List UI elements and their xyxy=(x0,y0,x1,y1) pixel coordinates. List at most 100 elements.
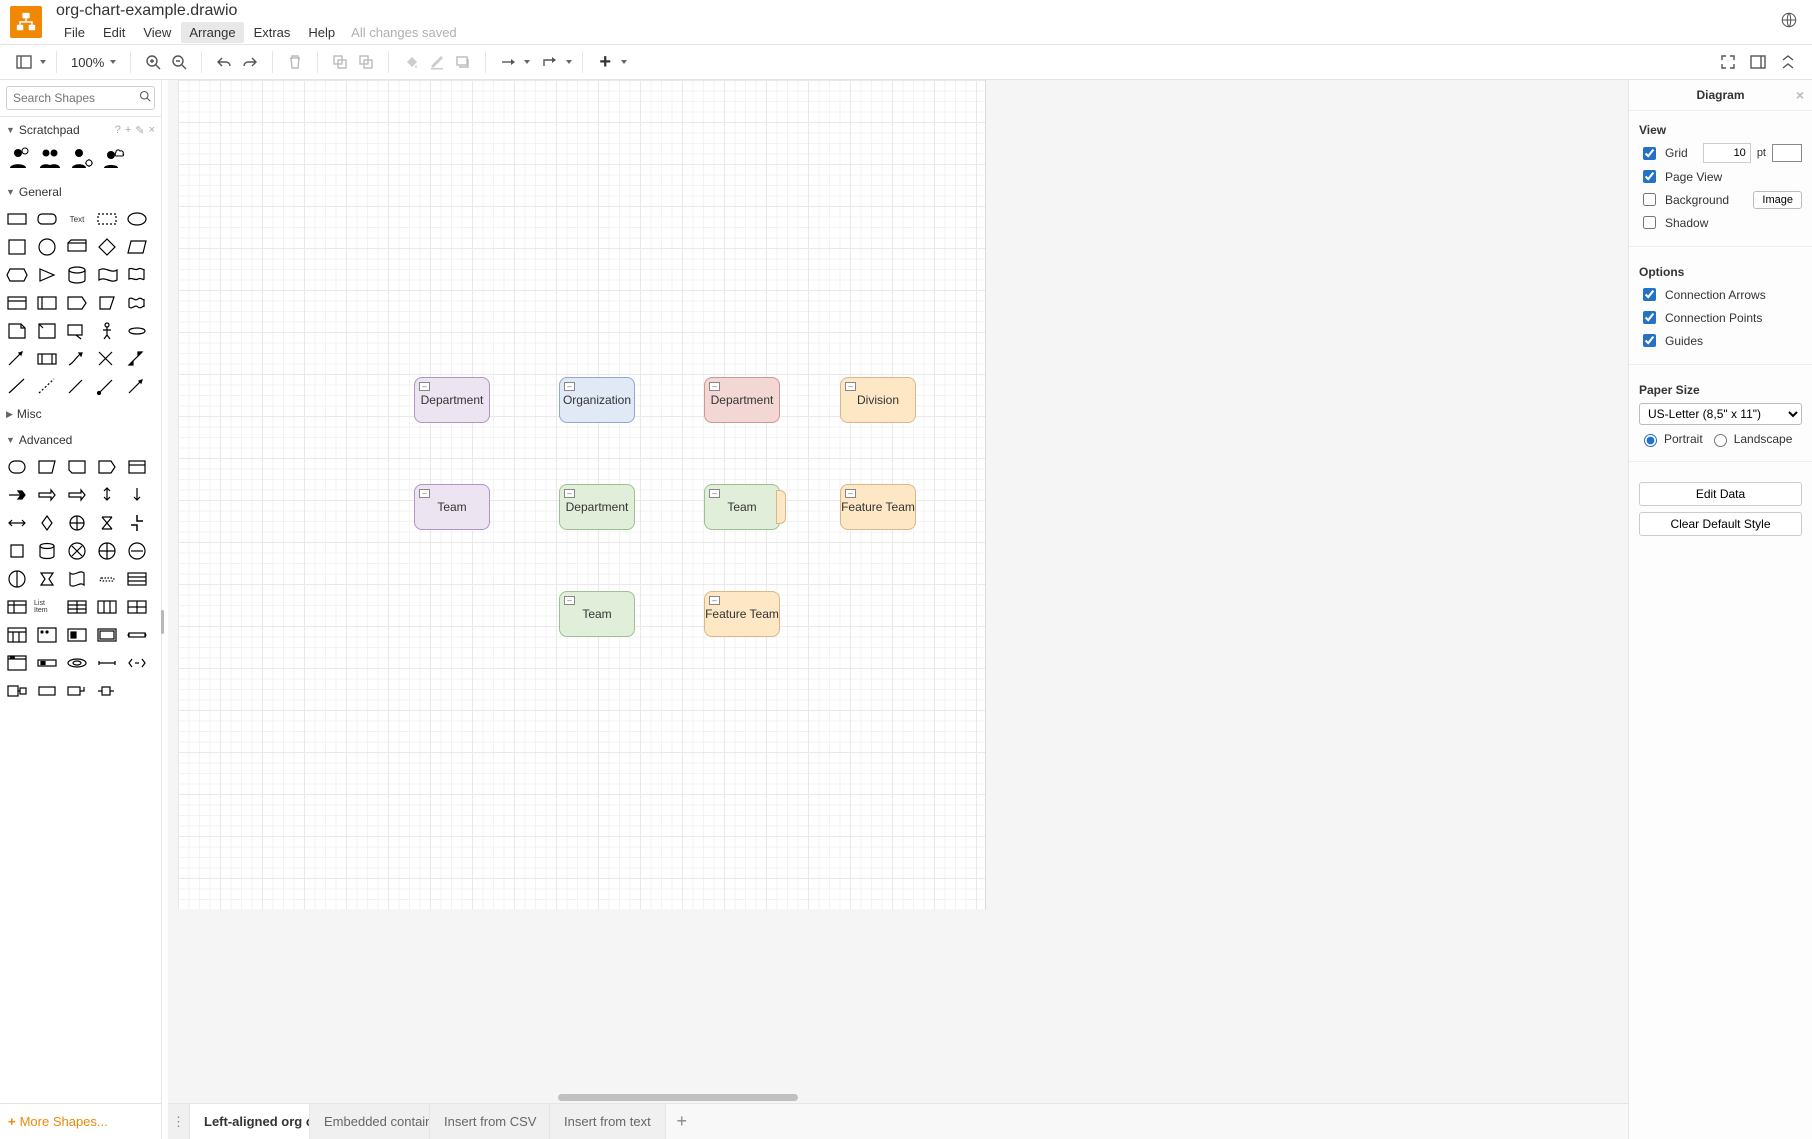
view-sidebar-button[interactable] xyxy=(12,50,36,74)
grid-checkbox[interactable] xyxy=(1643,147,1656,160)
shape-item[interactable] xyxy=(64,511,90,535)
collapse-icon[interactable]: – xyxy=(419,489,430,498)
shape-item[interactable] xyxy=(4,207,30,231)
connection-points-checkbox[interactable] xyxy=(1643,311,1656,324)
connection-arrows-checkbox[interactable] xyxy=(1643,288,1656,301)
scratchpad-header[interactable]: Scratchpad ? + ✎ × xyxy=(0,117,161,143)
shape-item[interactable] xyxy=(64,539,90,563)
shape-item[interactable] xyxy=(4,291,30,315)
shape-item[interactable] xyxy=(64,375,90,399)
shape-item[interactable] xyxy=(4,539,30,563)
shape-item[interactable] xyxy=(34,455,60,479)
shape-item[interactable]: Text xyxy=(64,207,90,231)
shape-item[interactable] xyxy=(94,375,120,399)
scratchpad-close-icon[interactable]: × xyxy=(149,124,155,137)
shape-item[interactable] xyxy=(124,623,150,647)
shape-item[interactable] xyxy=(94,263,120,287)
shape-item[interactable] xyxy=(124,595,150,619)
portrait-radio[interactable] xyxy=(1644,434,1657,447)
shape-item[interactable] xyxy=(124,511,150,535)
shape-item[interactable] xyxy=(64,651,90,675)
shape-item[interactable] xyxy=(94,539,120,563)
landscape-radio[interactable] xyxy=(1714,434,1727,447)
guides-checkbox[interactable] xyxy=(1643,334,1656,347)
shape-item[interactable] xyxy=(34,235,60,259)
shape-item[interactable] xyxy=(94,347,120,371)
diagram-node-n10[interactable]: –Feature Team xyxy=(704,591,780,637)
diagram-node-n7[interactable]: –Team xyxy=(704,484,780,530)
scratch-user-icon[interactable] xyxy=(6,147,30,169)
advanced-header[interactable]: Advanced xyxy=(0,427,161,453)
shape-item[interactable] xyxy=(124,291,150,315)
scratch-user-gear-icon[interactable] xyxy=(70,147,94,169)
collapse-icon[interactable]: – xyxy=(845,489,856,498)
collapse-icon[interactable]: – xyxy=(564,489,575,498)
shape-item[interactable] xyxy=(94,483,120,507)
menu-view[interactable]: View xyxy=(135,22,179,43)
scratchpad-help-icon[interactable]: ? xyxy=(115,124,121,137)
more-shapes-button[interactable]: +More Shapes... xyxy=(0,1103,161,1139)
shape-item[interactable] xyxy=(64,595,90,619)
delete-button[interactable] xyxy=(283,50,307,74)
shape-item[interactable] xyxy=(34,623,60,647)
collapse-icon[interactable]: – xyxy=(419,382,430,391)
shape-item[interactable] xyxy=(34,207,60,231)
shape-item[interactable] xyxy=(4,319,30,343)
shape-item[interactable] xyxy=(34,539,60,563)
shape-item[interactable] xyxy=(124,539,150,563)
shape-item[interactable] xyxy=(4,651,30,675)
shape-item[interactable] xyxy=(4,567,30,591)
collapse-icon[interactable]: – xyxy=(564,382,575,391)
shape-item[interactable] xyxy=(124,263,150,287)
shape-item[interactable] xyxy=(124,319,150,343)
language-icon[interactable] xyxy=(1780,11,1802,34)
shape-item[interactable] xyxy=(34,483,60,507)
fill-color-button[interactable] xyxy=(399,50,423,74)
shape-item[interactable] xyxy=(34,651,60,675)
scratchpad-edit-icon[interactable]: ✎ xyxy=(135,124,144,137)
clear-default-style-button[interactable]: Clear Default Style xyxy=(1639,512,1802,536)
shape-item[interactable] xyxy=(4,263,30,287)
shape-item[interactable] xyxy=(34,291,60,315)
page-tab-1[interactable]: Left-aligned org ch… xyxy=(190,1104,310,1139)
search-shapes-input[interactable] xyxy=(6,86,155,110)
shape-item[interactable] xyxy=(124,483,150,507)
shape-item[interactable] xyxy=(4,623,30,647)
shape-item[interactable]: List Item xyxy=(34,595,60,619)
shape-item[interactable] xyxy=(94,679,120,703)
shape-item[interactable] xyxy=(64,235,90,259)
diagram-node-n6[interactable]: –Department xyxy=(559,484,635,530)
to-back-button[interactable] xyxy=(354,50,378,74)
close-icon[interactable]: × xyxy=(1796,87,1804,103)
edit-data-button[interactable]: Edit Data xyxy=(1639,482,1802,506)
menu-edit[interactable]: Edit xyxy=(95,22,133,43)
shape-item[interactable] xyxy=(34,511,60,535)
page-view-checkbox[interactable] xyxy=(1643,170,1656,183)
shape-item[interactable] xyxy=(34,679,60,703)
tabs-menu-button[interactable]: ⋮ xyxy=(168,1104,190,1139)
shape-item[interactable] xyxy=(64,567,90,591)
grid-color-swatch[interactable] xyxy=(1772,144,1802,162)
to-front-button[interactable] xyxy=(328,50,352,74)
shape-item[interactable] xyxy=(94,567,120,591)
shape-item[interactable] xyxy=(4,375,30,399)
menu-arrange[interactable]: Arrange xyxy=(181,22,243,43)
shape-item[interactable] xyxy=(34,375,60,399)
undo-button[interactable] xyxy=(212,50,236,74)
shape-item[interactable] xyxy=(124,455,150,479)
collapse-icon[interactable]: – xyxy=(709,596,720,605)
shape-item[interactable] xyxy=(4,511,30,535)
shape-item[interactable] xyxy=(124,235,150,259)
shape-item[interactable] xyxy=(124,347,150,371)
shape-item[interactable] xyxy=(4,679,30,703)
diagram-node-n8[interactable]: –Feature Team xyxy=(840,484,916,530)
connection-style-button[interactable] xyxy=(496,50,520,74)
page-tab-4[interactable]: Insert from text xyxy=(550,1104,666,1139)
shape-item[interactable] xyxy=(94,651,120,675)
shape-item[interactable] xyxy=(64,347,90,371)
grid-size-input[interactable] xyxy=(1703,143,1751,163)
shape-item[interactable] xyxy=(94,623,120,647)
shape-item[interactable] xyxy=(94,595,120,619)
shape-item[interactable] xyxy=(64,291,90,315)
background-image-button[interactable]: Image xyxy=(1753,191,1802,209)
